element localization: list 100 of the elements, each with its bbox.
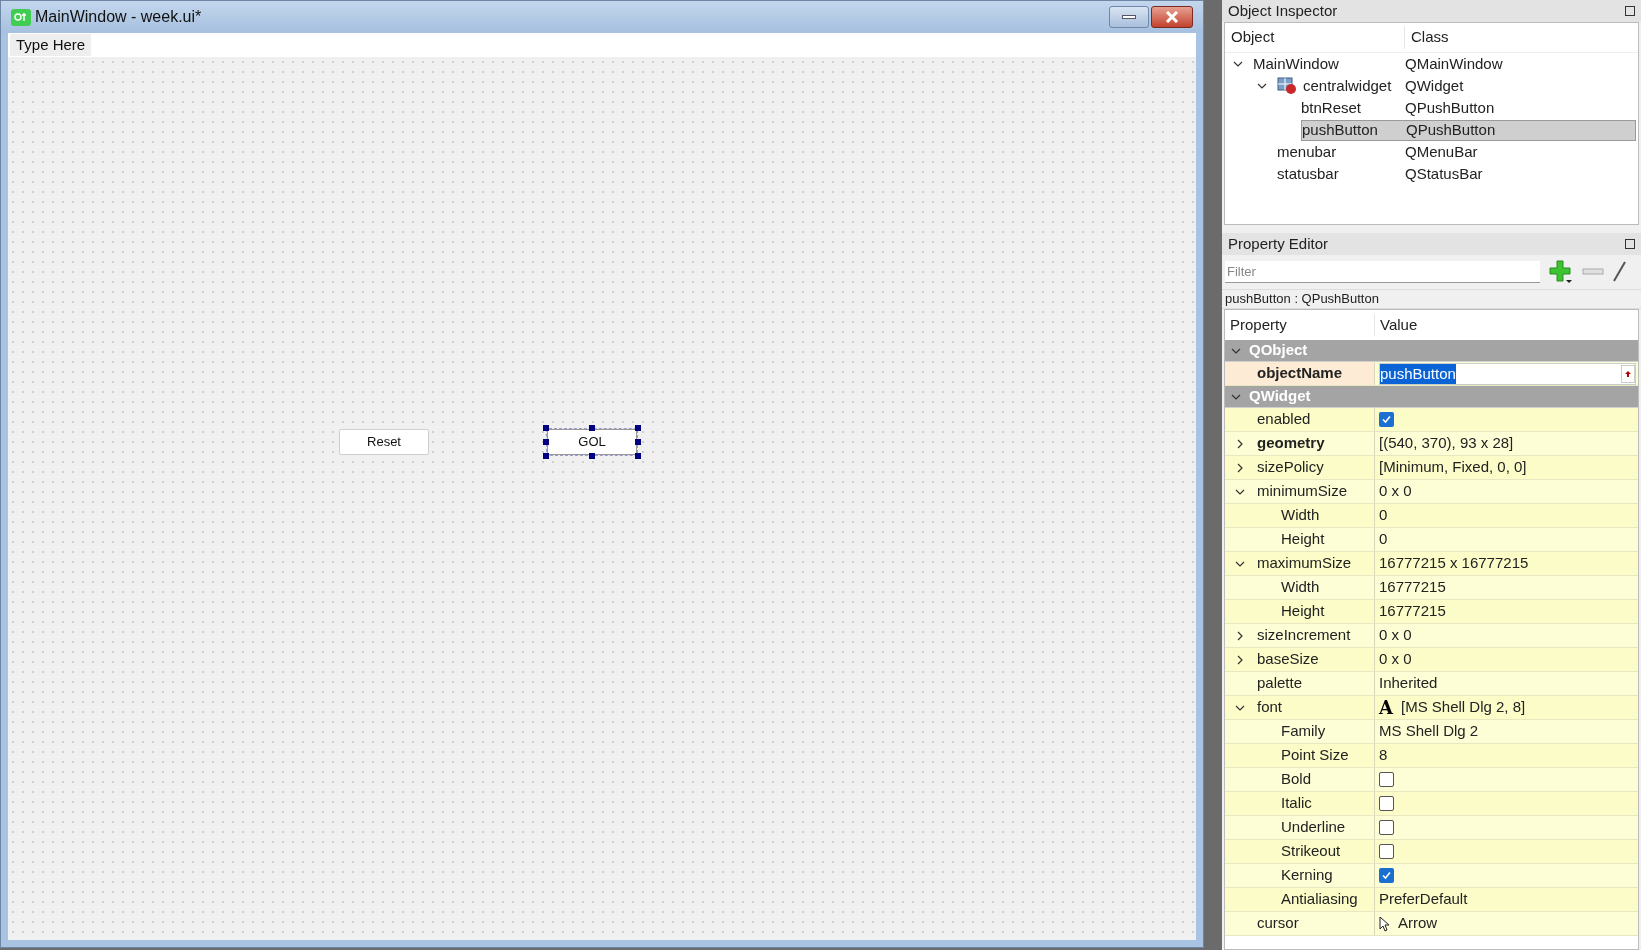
selection-handle[interactable] (543, 439, 549, 445)
group-name: QObject (1249, 340, 1308, 361)
property-name: Point Size (1281, 745, 1349, 766)
column-header[interactable]: Object (1225, 26, 1405, 49)
column-header[interactable]: Value (1375, 313, 1423, 337)
selection-handle[interactable] (635, 439, 641, 445)
column-header[interactable]: Class (1405, 26, 1455, 49)
property-name: Width (1281, 505, 1320, 526)
property-value: 0 (1379, 529, 1388, 550)
class-name: QStatusBar (1405, 163, 1483, 184)
property-name: sizePolicy (1257, 457, 1324, 478)
tree-item[interactable]: pushButton QPushButton (1301, 119, 1636, 141)
column-header[interactable]: Property (1225, 313, 1375, 337)
property-value: 0 x 0 (1379, 649, 1412, 670)
class-name: QWidget (1405, 75, 1464, 96)
float-icon[interactable] (1625, 239, 1635, 249)
property-value: 16777215 (1379, 601, 1446, 622)
checkbox[interactable] (1379, 868, 1394, 883)
object-name: centralwidget (1303, 75, 1393, 96)
menu-placeholder[interactable]: Type Here (10, 34, 92, 56)
property-name: Underline (1281, 817, 1346, 838)
property-value: Inherited (1379, 673, 1438, 694)
panel-title: Property Editor (1228, 233, 1329, 254)
selection-handle[interactable] (635, 453, 641, 459)
property-name: enabled (1257, 409, 1311, 430)
property-name: objectName (1257, 363, 1343, 384)
property-value: 16777215 x 16777215 (1379, 553, 1529, 574)
property-name: Antialiasing (1281, 889, 1358, 910)
app-logo-icon (11, 8, 31, 26)
panel-title: Object Inspector (1228, 0, 1338, 21)
checkmark-icon (1381, 870, 1392, 881)
push-button[interactable]: Reset (339, 429, 429, 455)
chevron-right-icon[interactable] (1235, 630, 1245, 641)
selection-handle[interactable] (635, 425, 641, 431)
property-name: Height (1281, 601, 1325, 622)
object-name: MainWindow (1253, 53, 1340, 74)
window-title: MainWindow - week.ui* (35, 7, 202, 27)
checkbox[interactable] (1379, 412, 1394, 427)
property-name: font (1257, 697, 1283, 718)
chevron-right-icon[interactable] (1235, 438, 1245, 449)
reset-icon[interactable] (1621, 364, 1635, 383)
font-glyph: A (1379, 698, 1393, 717)
checkbox[interactable] (1379, 772, 1394, 787)
close-button[interactable] (1151, 6, 1193, 28)
chevron-right-icon[interactable] (1235, 462, 1245, 473)
add-icon[interactable] (1548, 259, 1574, 285)
property-value: 0 x 0 (1379, 481, 1412, 502)
class-name: QPushButton (1406, 119, 1496, 140)
property-name: Strikeout (1281, 841, 1341, 862)
chevron-right-icon[interactable] (1235, 654, 1245, 665)
checkbox[interactable] (1379, 796, 1394, 811)
push-button[interactable]: GOL (547, 429, 637, 455)
property-value: 16777215 (1379, 577, 1446, 598)
tree-item[interactable]: statusbar QStatusBar (1277, 163, 1636, 185)
property-name: Width (1281, 577, 1320, 598)
selection-handle[interactable] (589, 453, 595, 459)
property-name: Italic (1281, 793, 1312, 814)
property-name: maximumSize (1257, 553, 1352, 574)
property-name: sizeIncrement (1257, 625, 1351, 646)
property-value: 0 x 0 (1379, 625, 1412, 646)
checkbox[interactable] (1379, 844, 1394, 859)
object-name: statusbar (1277, 163, 1340, 184)
tree-item[interactable]: menubar QMenuBar (1277, 141, 1636, 163)
property-name: Family (1281, 721, 1326, 742)
property-value: Arrow (1398, 913, 1438, 934)
property-value: PreferDefault (1379, 889, 1468, 910)
object-name-field[interactable]: pushButton (1379, 362, 1636, 385)
checkbox[interactable] (1379, 820, 1394, 835)
property-name: palette (1257, 673, 1303, 694)
class-name: QMenuBar (1405, 141, 1478, 162)
property-name: Bold (1281, 769, 1312, 790)
tree-item[interactable]: btnReset QPushButton (1301, 97, 1636, 119)
close-icon (1165, 11, 1179, 23)
object-name: pushButton (1302, 119, 1379, 140)
group-name: QWidget (1249, 386, 1311, 407)
class-name: QPushButton (1405, 97, 1495, 118)
object-label: pushButton : QPushButton (1225, 290, 1379, 309)
cursor-arrow-icon (1379, 915, 1390, 932)
tree-item[interactable]: centralwidget QWidget (1303, 75, 1636, 97)
selection-handle[interactable] (543, 453, 549, 459)
property-value: [(540, 370), 93 x 28] (1379, 433, 1514, 454)
minimize-button[interactable] (1109, 6, 1149, 28)
selection-handle[interactable] (589, 425, 595, 431)
property-name: Height (1281, 529, 1325, 550)
property-name: geometry (1257, 433, 1325, 454)
selection-handle[interactable] (543, 425, 549, 431)
property-value: 8 (1379, 745, 1388, 766)
property-value: MS Shell Dlg 2 (1379, 721, 1479, 742)
property-value: [MS Shell Dlg 2, 8] (1400, 697, 1526, 718)
object-name: btnReset (1301, 97, 1363, 118)
chevron-down-icon[interactable] (1257, 81, 1267, 91)
property-name: baseSize (1257, 649, 1319, 670)
checkmark-icon (1381, 414, 1392, 425)
filter-field[interactable]: Filter (1225, 261, 1540, 283)
tree-item[interactable]: MainWindow QMainWindow (1253, 53, 1636, 75)
layout-widget-icon (1277, 77, 1297, 95)
class-name: QMainWindow (1405, 53, 1503, 74)
chevron-down-icon[interactable] (1233, 59, 1243, 69)
float-icon[interactable] (1625, 6, 1635, 16)
property-value: [Minimum, Fixed, 0, 0] (1379, 457, 1527, 478)
